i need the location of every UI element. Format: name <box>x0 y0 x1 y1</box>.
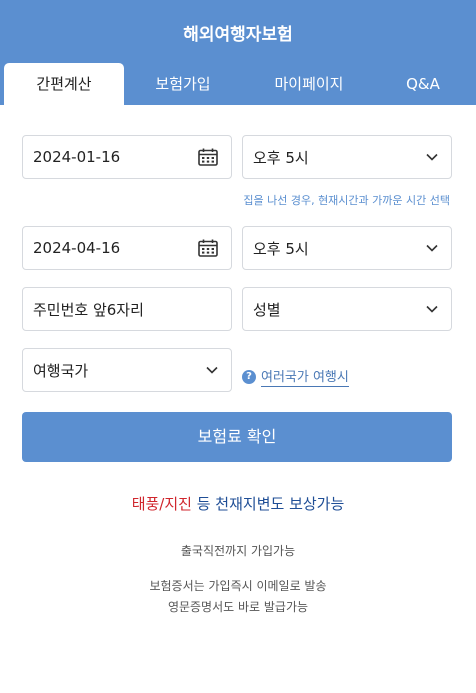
chevron-down-icon <box>426 305 438 313</box>
gender-placeholder: 성별 <box>253 300 281 319</box>
chevron-down-icon <box>426 153 438 161</box>
note-certificate-email: 보험증서는 가입즉시 이메일로 발송 <box>149 579 327 593</box>
tab-quick-calc[interactable]: 간편계산 <box>4 63 124 105</box>
promo-highlight: 태풍/지진 <box>131 495 192 513</box>
tab-qna[interactable]: Q&A <box>376 63 470 105</box>
check-premium-button[interactable]: 보험료 확인 <box>22 412 452 462</box>
start-time-value: 오후 5시 <box>253 148 309 167</box>
tab-mypage[interactable]: 마이페이지 <box>242 63 376 105</box>
note-english-certificate: 영문증명서도 바로 발급가능 <box>167 600 309 614</box>
end-time-value: 오후 5시 <box>253 239 309 258</box>
start-date-field[interactable]: 2024-01-16 <box>22 135 232 179</box>
country-placeholder: 여행국가 <box>33 361 89 380</box>
multi-country-link-label: 여러국가 여행시 <box>261 366 349 387</box>
end-date-field[interactable]: 2024-04-16 <box>22 226 232 270</box>
app-header: 해외여행자보험 간편계산 보험가입 마이페이지 Q&A <box>0 0 476 105</box>
chevron-down-icon <box>426 244 438 252</box>
start-date-value: 2024-01-16 <box>33 148 121 166</box>
start-time-select[interactable]: 오후 5시 <box>242 135 452 179</box>
tab-signup[interactable]: 보험가입 <box>124 63 242 105</box>
birthdate-placeholder: 주민번호 앞6자리 <box>33 300 144 319</box>
question-icon: ? <box>242 369 256 384</box>
end-date-value: 2024-04-16 <box>33 239 121 257</box>
birthdate-input[interactable]: 주민번호 앞6자리 <box>22 287 232 331</box>
promo-text: 태풍/지진 등 천재지변도 보상가능 <box>0 493 476 514</box>
time-hint: 집을 나선 경우, 현재시간과 가까운 시간 선택 <box>243 194 450 207</box>
calendar-icon[interactable] <box>198 239 218 257</box>
calendar-icon[interactable] <box>198 148 218 166</box>
multi-country-link[interactable]: ? 여러국가 여행시 <box>242 366 349 387</box>
chevron-down-icon <box>206 366 218 374</box>
app-title: 해외여행자보험 <box>183 25 293 45</box>
country-select[interactable]: 여행국가 <box>22 348 232 392</box>
promo-rest: 등 천재지변도 보상가능 <box>191 495 345 513</box>
end-time-select[interactable]: 오후 5시 <box>242 226 452 270</box>
note-signup-deadline: 출국직전까지 가입가능 <box>180 544 296 558</box>
gender-select[interactable]: 성별 <box>242 287 452 331</box>
